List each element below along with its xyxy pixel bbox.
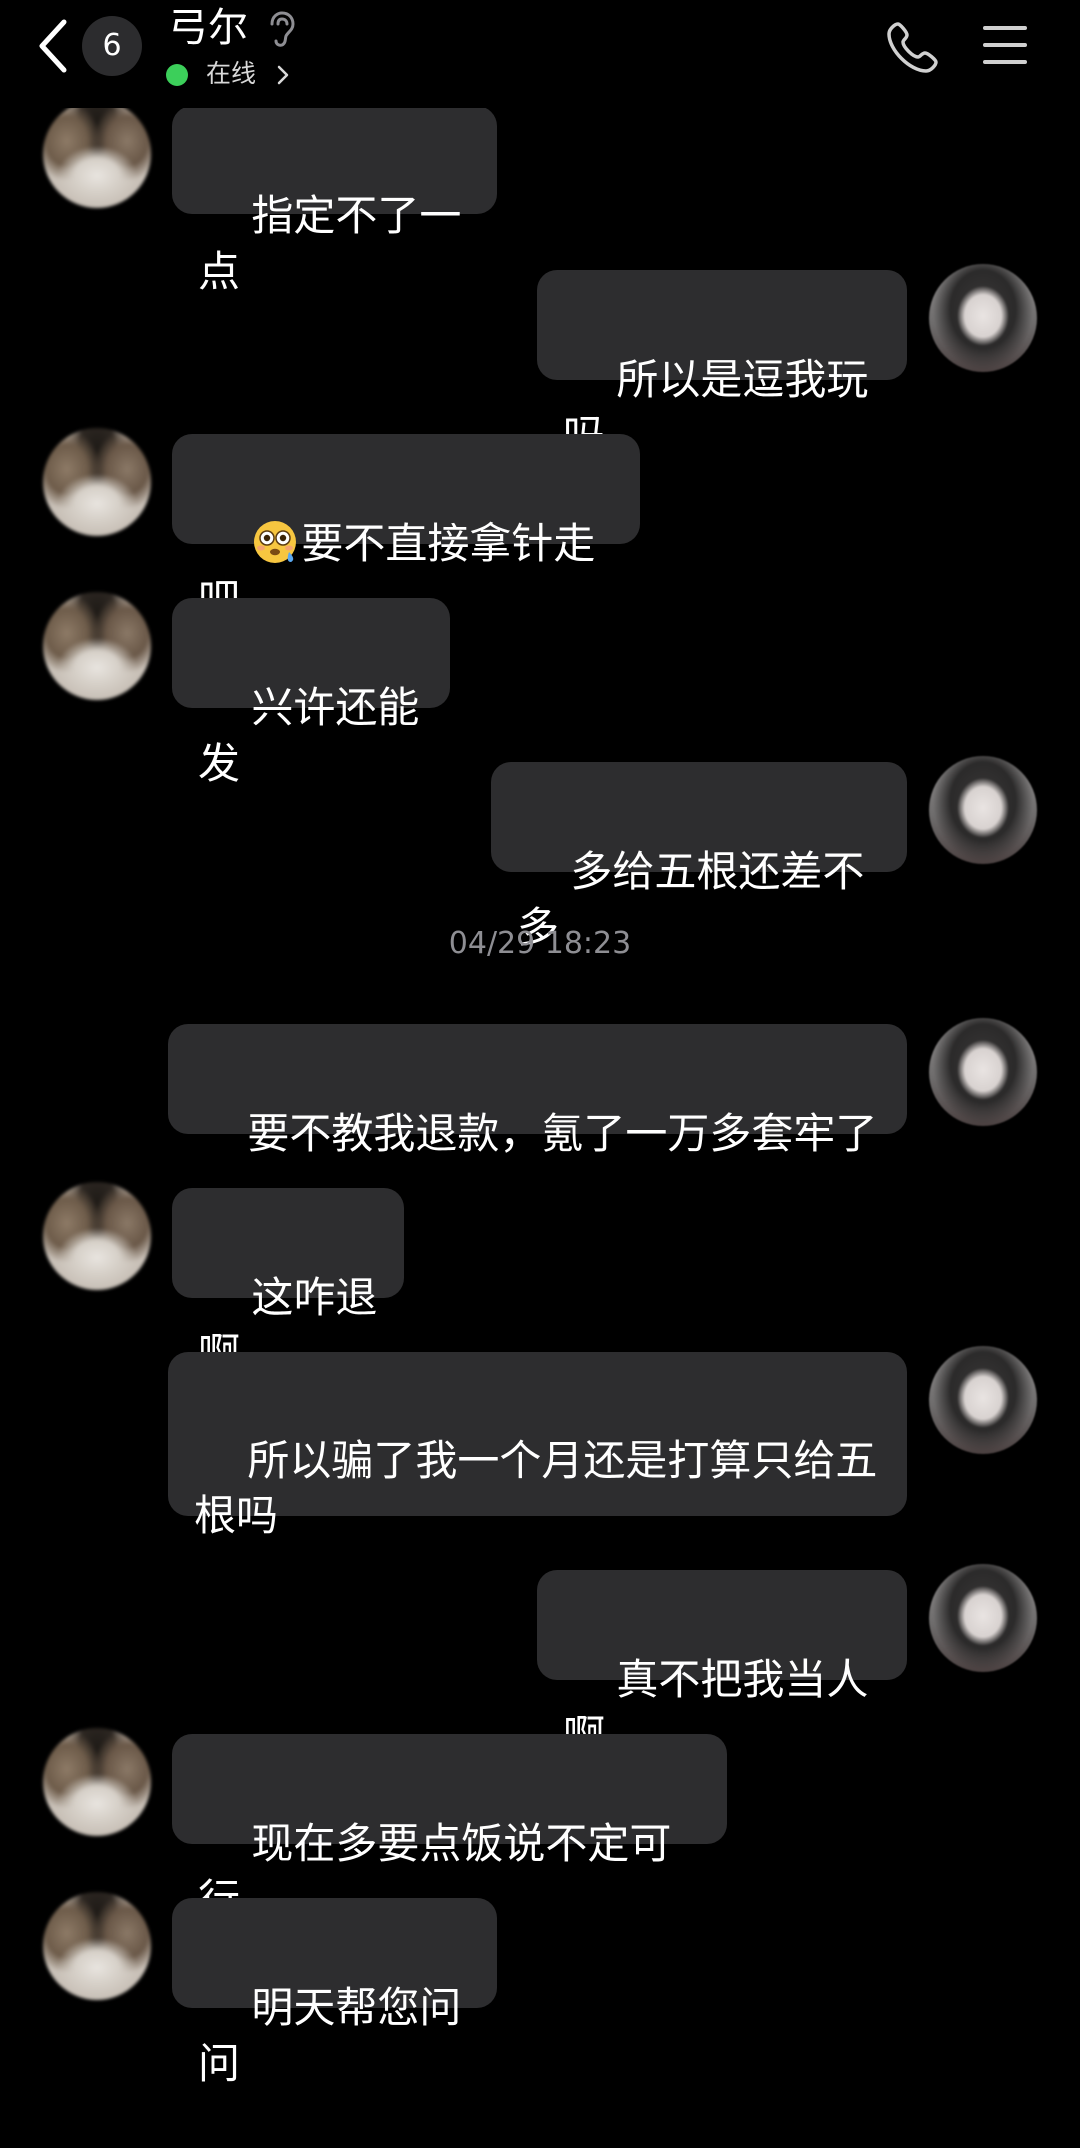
contact-avatar[interactable]: [43, 592, 151, 700]
message-bubble[interactable]: 所以骗了我一个月还是打算只给五根吗: [168, 1352, 907, 1540]
ear-icon: [270, 11, 295, 47]
contact-name[interactable]: 弓尔: [168, 2, 248, 54]
phone-icon[interactable]: [884, 20, 940, 76]
unread-count-badge: 6: [82, 16, 142, 76]
contact-avatar[interactable]: [43, 100, 151, 208]
message-text: 指定不了一点: [198, 191, 462, 296]
message-text: 兴许还能发: [198, 683, 420, 788]
my-avatar[interactable]: [929, 264, 1037, 372]
message-bubble[interactable]: 这咋退啊: [172, 1188, 404, 1378]
contact-avatar[interactable]: [43, 428, 151, 536]
message-bubble[interactable]: 明天帮您问问: [172, 1898, 497, 2088]
contact-avatar[interactable]: [43, 1892, 151, 2000]
my-avatar[interactable]: [929, 1346, 1037, 1454]
message-text: 要不教我退款，氪了一万多套牢了: [247, 1109, 878, 1158]
message-text: 所以骗了我一个月还是打算只给五根吗: [194, 1436, 878, 1540]
message-bubble[interactable]: 现在多要点饭说不定可行: [172, 1734, 727, 1924]
my-avatar[interactable]: [929, 1564, 1037, 1672]
message-bubble[interactable]: 要不直接拿针走吧: [172, 434, 640, 624]
message-timestamp: 04/29 18:23: [448, 926, 632, 961]
flushed-face-emoji: [254, 521, 297, 563]
contact-avatar[interactable]: [43, 1728, 151, 1836]
contact-avatar[interactable]: [43, 1182, 151, 1290]
message-bubble[interactable]: 所以是逗我玩吗: [537, 270, 907, 460]
back-button[interactable]: 6: [36, 16, 148, 76]
message-bubble[interactable]: 要不教我退款，氪了一万多套牢了: [168, 1024, 907, 1158]
message-bubble[interactable]: 真不把我当人啊: [537, 1570, 907, 1760]
back-chevron-icon: [39, 19, 67, 73]
message-bubble[interactable]: 多给五根还差不多: [491, 762, 907, 952]
message-bubble[interactable]: 兴许还能发: [172, 598, 450, 788]
message-bubble[interactable]: 指定不了一点: [172, 106, 497, 296]
chat-header: 6 弓尔 在线: [0, 0, 1080, 108]
my-avatar[interactable]: [929, 756, 1037, 864]
status-text: 在线: [206, 59, 257, 88]
online-dot: [166, 64, 188, 86]
my-avatar[interactable]: [929, 1018, 1037, 1126]
message-text: 明天帮您问问: [198, 1983, 462, 2088]
chevron-right-icon: [277, 65, 289, 85]
menu-icon[interactable]: [982, 24, 1028, 66]
